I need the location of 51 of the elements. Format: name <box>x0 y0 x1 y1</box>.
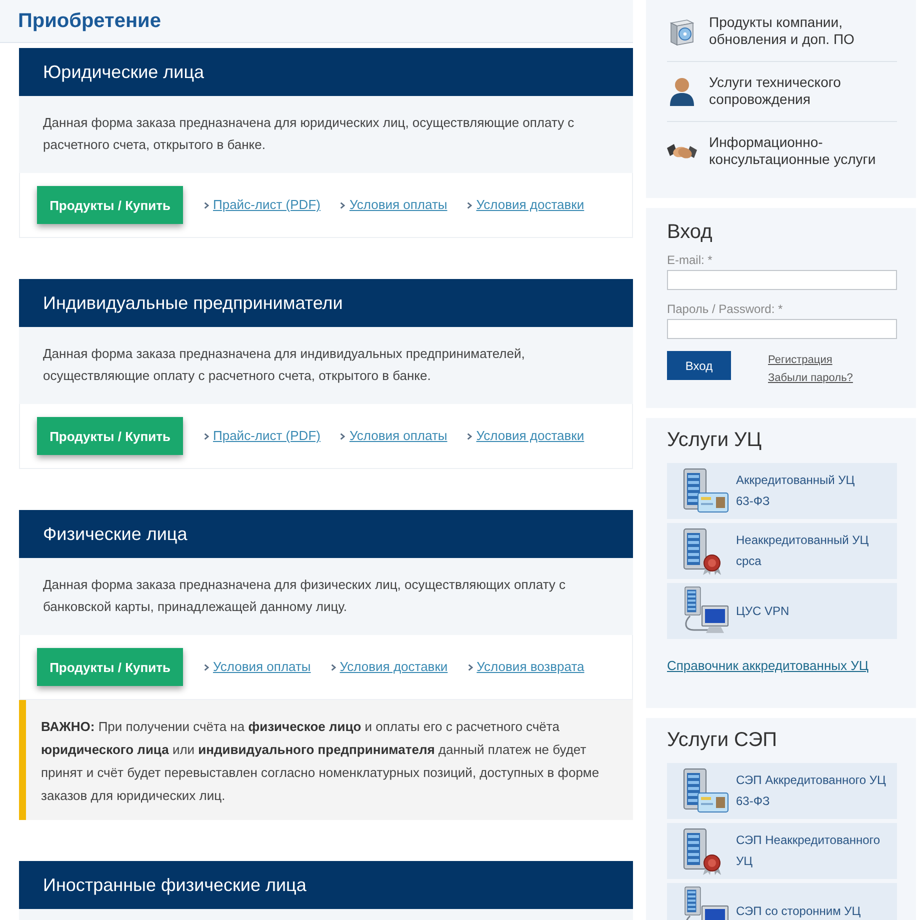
section-title: Физические лица <box>43 523 188 545</box>
account-link[interactable]: Забыли пароль? <box>768 369 853 387</box>
info-link[interactable]: Условия доставки <box>476 428 584 444</box>
login-button[interactable]: Вход <box>667 351 731 380</box>
service-tile[interactable]: СЭП Неаккредитованного УЦ <box>667 823 897 879</box>
description-text: Данная форма заказа предназначена для физических лиц, осуществляющих оплату с банковской карты, принадлежащей данному лицу. <box>43 576 567 616</box>
chevron-icon <box>340 202 346 208</box>
buy-button[interactable]: Продукты / Купить <box>37 648 183 686</box>
panel-title: Вход <box>667 220 714 244</box>
field-label: E-mail: * <box>667 253 714 267</box>
page-title: Приобретение <box>18 9 161 33</box>
chevron-icon <box>204 664 209 670</box>
service-tile[interactable]: СЭП Аккредитованного УЦ 63-ФЗ <box>667 763 897 819</box>
service-link[interactable]: Продукты компании, обновления и доп. ПО <box>667 2 897 62</box>
buy-button[interactable]: Продукты / Купить <box>37 186 183 224</box>
field-label: Пароль / Password: * <box>667 302 784 316</box>
email-input[interactable] <box>667 270 897 290</box>
service-tile[interactable]: ЦУС VPN <box>667 583 897 639</box>
buy-button[interactable]: Продукты / Купить <box>37 417 183 455</box>
panel-title: Услуги УЦ <box>667 428 763 452</box>
chevron-icon <box>467 202 472 208</box>
service-link[interactable]: Информационно-консультационные услуги <box>667 122 897 181</box>
description-text: Данная форма заказа предназначена для юридических лиц, осуществляющие оплату с расчетного счета, открытого в банке. <box>43 114 576 154</box>
service-tile[interactable]: Аккредитованный УЦ 63-ФЗ <box>667 463 897 519</box>
info-link[interactable]: Условия доставки <box>476 197 584 213</box>
chevron-icon <box>204 202 209 208</box>
directory-link[interactable]: Справочник аккредитованных УЦ <box>667 657 868 675</box>
password-input[interactable] <box>667 319 897 339</box>
info-link[interactable]: Условия оплаты <box>349 428 448 444</box>
chevron-icon <box>467 432 472 440</box>
account-link[interactable]: Регистрация <box>768 351 832 369</box>
section-title: Иностранные физические лица <box>43 874 306 896</box>
section-title: Юридические лица <box>43 61 204 83</box>
service-tile[interactable]: Неаккредитованный УЦ cpca <box>667 523 897 579</box>
description-text: Данная форма заказа предназначена для индивидуальных предпринимателей, осуществляющие оплату с расчетного счета, открытого в банке. <box>43 345 526 385</box>
info-link[interactable]: Условия доставки <box>340 659 448 675</box>
section-title: Индивидуальные предприниматели <box>43 292 343 314</box>
chevron-icon <box>204 432 209 440</box>
info-link[interactable]: Условия оплаты <box>349 197 448 213</box>
chevron-icon <box>468 664 473 670</box>
info-link[interactable]: Прайс-лист (PDF) <box>213 197 320 213</box>
panel-title: Услуги СЭП <box>667 728 778 752</box>
service-link[interactable]: Услуги технического сопровождения <box>667 62 897 122</box>
person-icon <box>667 76 697 106</box>
chevron-icon <box>340 432 346 440</box>
info-link[interactable]: Условия оплаты <box>213 659 311 675</box>
info-link[interactable]: Условия возврата <box>476 659 584 675</box>
info-link[interactable]: Прайс-лист (PDF) <box>213 428 320 444</box>
service-tile[interactable]: СЭП со сторонним УЦ <box>667 883 897 920</box>
chevron-icon <box>330 664 336 670</box>
notice-text: ВАЖНО: При получении счёта на физическое лицо и оплаты его с расчетного счёта юридического лица или индивидуального предпринимателя данный платеж не будет принят и счёт будет перевыставлен согласно номенклатурных позиций, доступных в форме заказов для юридических лиц. <box>19 700 633 820</box>
